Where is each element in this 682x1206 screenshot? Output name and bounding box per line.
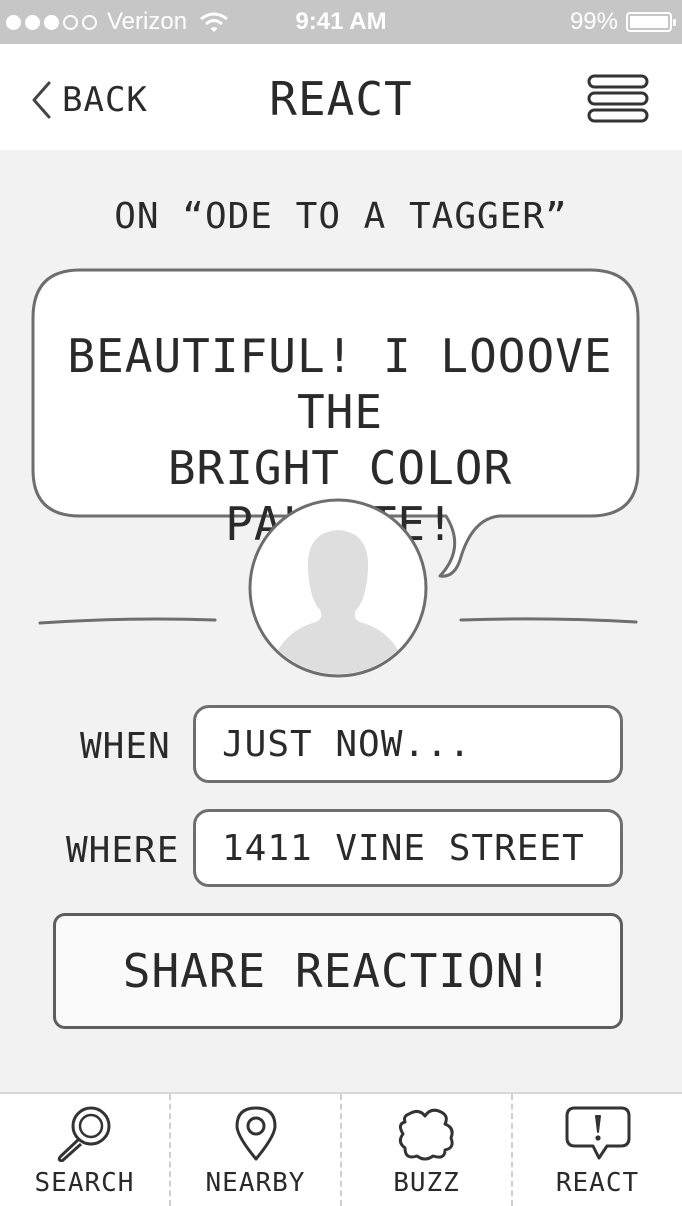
- when-input[interactable]: [196, 708, 620, 780]
- tab-label: REACT: [555, 1168, 640, 1198]
- when-field[interactable]: [193, 705, 623, 783]
- splat-icon: [398, 1108, 454, 1161]
- divider-right: [459, 617, 638, 624]
- tab-label: NEARBY: [205, 1168, 306, 1198]
- tab-react[interactable]: REACT: [511, 1094, 682, 1206]
- search-icon: [57, 1106, 110, 1162]
- artwork-subtitle: ON “ODE TO A TAGGER”: [114, 196, 568, 237]
- battery-percent: 99%: [569, 8, 618, 35]
- share-reaction-button[interactable]: SHARE REACTION!: [53, 913, 623, 1029]
- tab-search[interactable]: SEARCH: [0, 1094, 169, 1206]
- tab-label: BUZZ: [393, 1168, 460, 1198]
- where-input[interactable]: [196, 812, 620, 884]
- divider-left: [38, 617, 217, 625]
- tab-bar: SEARCH NEARBY BUZZ REACT: [0, 1092, 682, 1206]
- where-label: WHERE: [66, 830, 180, 871]
- when-label: WHEN: [80, 726, 171, 767]
- where-field[interactable]: [193, 809, 623, 887]
- battery-fill: [630, 16, 668, 28]
- exclamation-speech-icon: [565, 1106, 630, 1160]
- tab-label: SEARCH: [34, 1168, 135, 1198]
- quote-line-1: BEAUTIFUL! I LOOOVE THE: [67, 329, 613, 439]
- nav-bar: BACK REACT: [0, 44, 682, 150]
- tab-buzz[interactable]: BUZZ: [340, 1094, 511, 1206]
- avatar: [248, 498, 428, 678]
- status-bar: Verizon 9:41 AM 99%: [0, 0, 682, 44]
- status-right: 99%: [569, 8, 676, 36]
- location-pin-icon: [235, 1106, 276, 1161]
- battery-icon: [626, 12, 676, 32]
- hamburger-menu-icon[interactable]: [586, 72, 650, 126]
- page-title: REACT: [269, 72, 413, 126]
- tab-nearby[interactable]: NEARBY: [169, 1094, 340, 1206]
